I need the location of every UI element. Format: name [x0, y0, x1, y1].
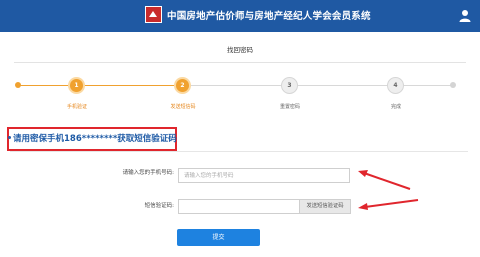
submit-button[interactable]: 提交	[177, 229, 260, 246]
phone-field-label: 请输入您的手机号码:	[122, 170, 174, 176]
step-2-label: 发送短信码	[170, 104, 196, 110]
step-3-circle: 3	[281, 77, 298, 94]
annotation-arrow-phone-icon	[358, 170, 411, 190]
phone-input[interactable]	[178, 168, 350, 183]
progress-end-dot	[450, 82, 456, 88]
step-4-label: 完成	[390, 104, 401, 110]
step-4-circle: 4	[387, 77, 404, 94]
notice-bullet-icon	[8, 136, 11, 139]
step-1-circle: 1	[68, 77, 85, 94]
user-icon[interactable]	[459, 9, 471, 22]
sms-code-label: 短信验证码:	[144, 203, 174, 209]
progress-start-dot	[15, 82, 21, 88]
progress-track-completed	[18, 85, 183, 86]
step-1-label: 手机验证	[66, 104, 87, 110]
section-divider	[10, 151, 468, 152]
step-3-label: 重置密码	[279, 104, 300, 110]
house-logo-icon	[145, 6, 162, 23]
notice-text: 请用密保手机186********获取短信验证码	[13, 134, 177, 144]
send-sms-code-button[interactable]: 发送短信验证码	[299, 199, 351, 214]
title-divider	[14, 62, 466, 63]
step-2-circle: 2	[174, 77, 191, 94]
sms-code-input[interactable]	[178, 199, 300, 214]
annotation-arrow-sms-icon	[358, 199, 419, 210]
progress-track-remaining	[183, 85, 453, 86]
page-title: 找回密码	[227, 46, 253, 54]
site-title: 中国房地产估价师与房地产经纪人学会会员系统	[167, 11, 371, 22]
